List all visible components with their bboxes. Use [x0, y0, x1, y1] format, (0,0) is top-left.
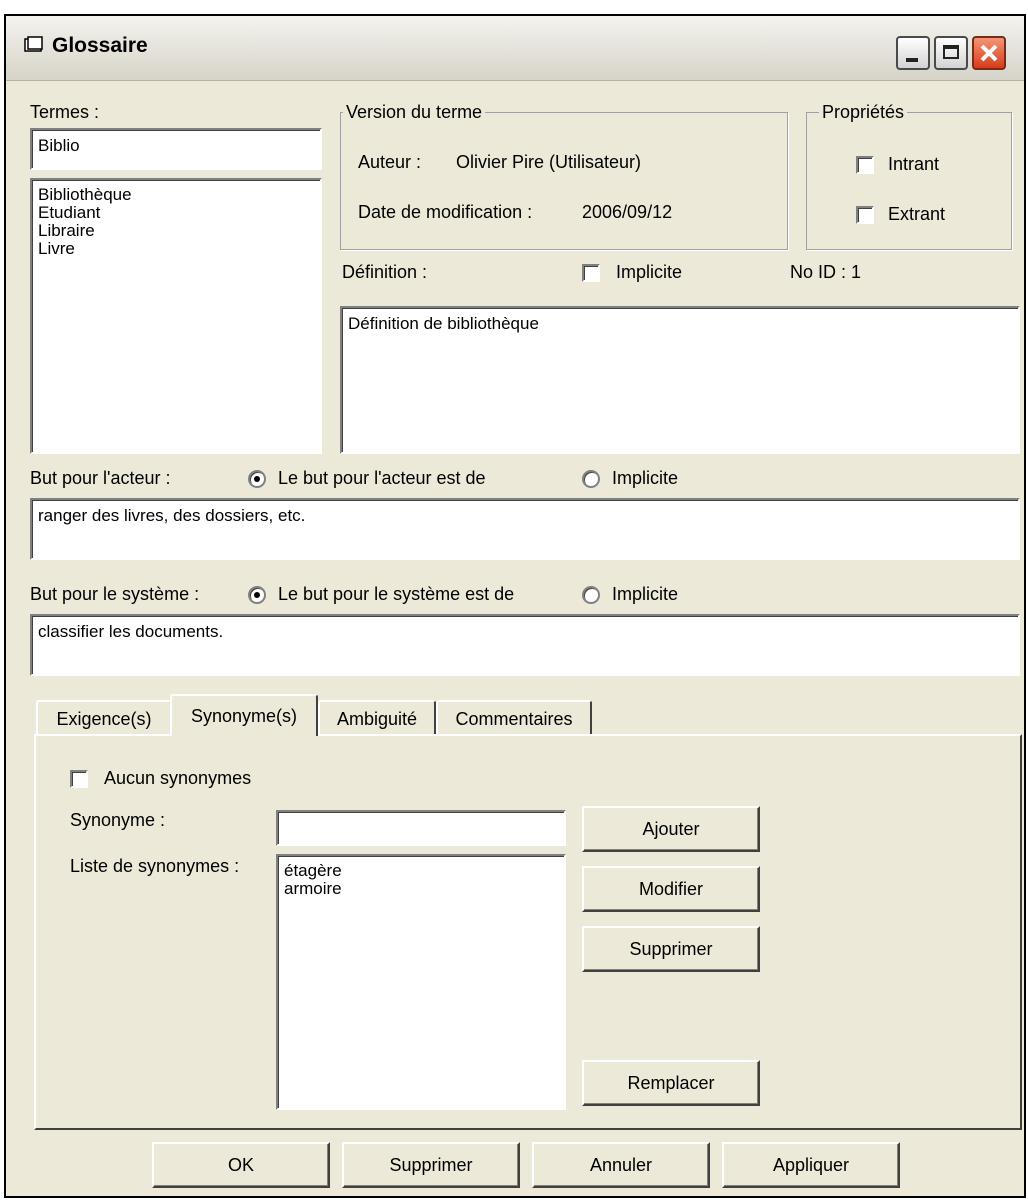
termes-label: Termes :: [30, 102, 100, 122]
but-acteur-label: But pour l'acteur :: [30, 468, 171, 488]
termes-search-value: Biblio: [38, 136, 80, 155]
ajouter-label: Ajouter: [642, 818, 700, 839]
definition-textarea[interactable]: Définition de bibliothèque: [340, 306, 1020, 454]
but-acteur-radio-implicite[interactable]: [582, 470, 600, 488]
synonymes-list[interactable]: étagère armoire: [276, 854, 566, 1110]
aucun-synonymes-checkbox[interactable]: [70, 770, 88, 788]
extrant-checkbox[interactable]: [856, 206, 874, 224]
definition-label: Définition :: [342, 262, 428, 282]
but-systeme-label: But pour le système :: [30, 584, 200, 604]
window-title: Glossaire: [52, 34, 148, 57]
synonymes-list-item[interactable]: étagère: [284, 862, 342, 880]
definition-value: Définition de bibliothèque: [348, 314, 539, 333]
termes-list[interactable]: Bibliothèque Etudiant Libraire Livre: [30, 178, 322, 454]
termes-list-item[interactable]: Etudiant: [38, 204, 132, 222]
termes-search-input[interactable]: Biblio: [30, 128, 322, 170]
close-icon: [980, 44, 998, 62]
synonymes-list-item[interactable]: armoire: [284, 880, 342, 898]
remplacer-label: Remplacer: [627, 1072, 715, 1093]
but-acteur-option1: Le but pour l'acteur est de: [278, 468, 486, 488]
but-acteur-option2: Implicite: [612, 468, 679, 488]
minimize-icon: [906, 58, 918, 62]
extrant-label: Extrant: [888, 204, 946, 224]
supprimer-button[interactable]: Supprimer: [342, 1142, 520, 1188]
close-button[interactable]: [972, 36, 1006, 70]
but-acteur-value: ranger des livres, des dossiers, etc.: [38, 506, 306, 525]
ajouter-button[interactable]: Ajouter: [582, 806, 760, 852]
tab-commentaires-label: Commentaires: [455, 708, 573, 729]
proprietes-group: [806, 112, 1012, 250]
modifier-button[interactable]: Modifier: [582, 866, 760, 912]
definition-implicite-checkbox[interactable]: [582, 264, 600, 282]
appliquer-label: Appliquer: [772, 1154, 850, 1175]
definition-implicite-label: Implicite: [616, 262, 683, 282]
synonymes-panel: Aucun synonymes Synonyme : Liste de syno…: [34, 734, 1022, 1130]
maximize-icon: [943, 45, 959, 59]
annuler-button[interactable]: Annuler: [532, 1142, 710, 1188]
but-acteur-radio-explicit[interactable]: [248, 470, 266, 488]
tab-synonymes[interactable]: Synonyme(s): [170, 694, 318, 736]
date-label: Date de modification :: [358, 202, 533, 222]
but-systeme-radio-implicite[interactable]: [582, 586, 600, 604]
supprimer-synonyme-label: Supprimer: [629, 938, 713, 959]
version-legend: Version du terme: [343, 102, 486, 123]
version-group: [340, 112, 788, 250]
modifier-label: Modifier: [638, 878, 704, 899]
maximize-button[interactable]: [934, 36, 968, 70]
ok-label: OK: [227, 1154, 254, 1175]
synonyme-input[interactable]: [276, 810, 566, 846]
supprimer-label: Supprimer: [389, 1154, 473, 1175]
tab-ambiguite[interactable]: Ambiguité: [318, 700, 436, 736]
intrant-checkbox[interactable]: [856, 156, 874, 174]
appliquer-button[interactable]: Appliquer: [722, 1142, 900, 1188]
aucun-synonymes-label: Aucun synonymes: [104, 768, 252, 788]
annuler-label: Annuler: [589, 1154, 653, 1175]
noid-label: No ID : 1: [790, 262, 862, 282]
termes-list-item[interactable]: Livre: [38, 240, 132, 258]
liste-synonymes-label: Liste de synonymes :: [70, 856, 240, 876]
but-systeme-textarea[interactable]: classifier les documents.: [30, 614, 1020, 676]
but-systeme-option2: Implicite: [612, 584, 679, 604]
termes-list-item[interactable]: Bibliothèque: [38, 186, 132, 204]
supprimer-synonyme-button[interactable]: Supprimer: [582, 926, 760, 972]
tab-synonymes-label: Synonyme(s): [190, 705, 298, 726]
tab-commentaires[interactable]: Commentaires: [436, 700, 592, 736]
remplacer-button[interactable]: Remplacer: [582, 1060, 760, 1106]
but-systeme-value: classifier les documents.: [38, 622, 224, 641]
tab-exigences-label: Exigence(s): [56, 708, 152, 729]
tab-ambiguite-label: Ambiguité: [336, 708, 418, 729]
window-app-icon: [24, 36, 43, 52]
tab-exigences[interactable]: Exigence(s): [36, 700, 172, 736]
minimize-button[interactable]: [896, 36, 930, 70]
auteur-value: Olivier Pire (Utilisateur): [456, 152, 642, 172]
but-systeme-radio-explicit[interactable]: [248, 586, 266, 604]
ok-button[interactable]: OK: [152, 1142, 330, 1188]
proprietes-legend: Propriétés: [819, 102, 908, 123]
glossaire-window: Glossaire Termes : Biblio Bibliothèque Et…: [4, 14, 1026, 1198]
termes-list-item[interactable]: Libraire: [38, 222, 132, 240]
date-value: 2006/09/12: [582, 202, 673, 222]
but-systeme-option1: Le but pour le système est de: [278, 584, 515, 604]
auteur-label: Auteur :: [358, 152, 422, 172]
but-acteur-textarea[interactable]: ranger des livres, des dossiers, etc.: [30, 498, 1020, 560]
intrant-label: Intrant: [888, 154, 940, 174]
title-bar[interactable]: Glossaire: [6, 16, 1024, 81]
synonyme-label: Synonyme :: [70, 810, 166, 830]
